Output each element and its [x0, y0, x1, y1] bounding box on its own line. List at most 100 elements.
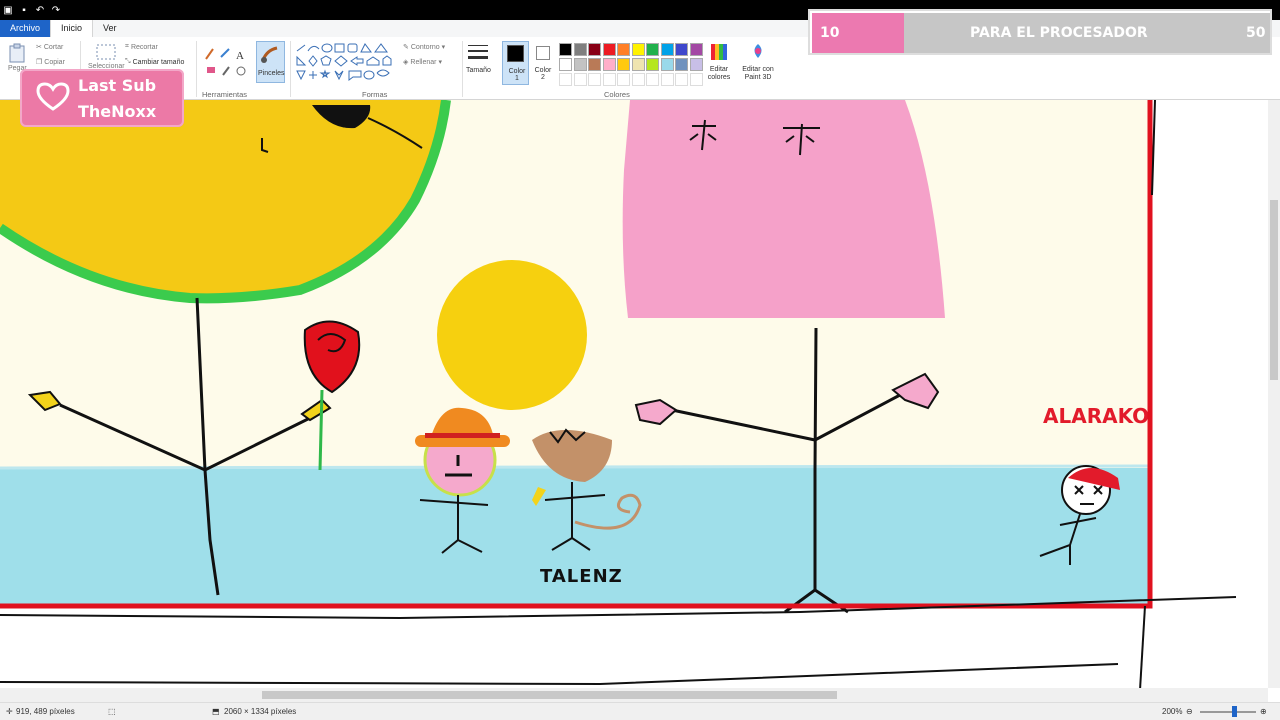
palette-swatch[interactable] — [573, 43, 587, 56]
copy-icon: ❐ — [36, 59, 43, 66]
palette-swatch-empty[interactable] — [573, 73, 587, 86]
edit-colors-button[interactable]: Editar colores — [705, 42, 733, 86]
tab-file[interactable]: Archivo — [0, 20, 51, 37]
palette-swatch[interactable] — [602, 58, 616, 71]
crop-icon: ⌗ — [125, 43, 129, 50]
donation-goal-bar: 10 PARA EL PROCESADOR 50 — [808, 9, 1272, 55]
color2-label: Color 2 — [534, 67, 552, 81]
palette-swatch-empty[interactable] — [646, 73, 659, 86]
undo-icon[interactable]: ↶ — [34, 4, 46, 16]
zoom-slider[interactable] — [1200, 711, 1256, 713]
vertical-scrollbar[interactable] — [1268, 100, 1280, 688]
paint-app-icon: ▣ — [3, 4, 13, 16]
color1-button[interactable]: Color 1 — [502, 41, 529, 85]
palette-swatch[interactable] — [660, 58, 674, 71]
tab-home[interactable]: Inicio — [50, 20, 94, 37]
redo-icon[interactable]: ↷ — [50, 4, 62, 16]
drawing-canvas[interactable]: TALENZ ALARAKO — [0, 100, 1268, 688]
palette-swatch[interactable] — [646, 43, 659, 56]
palette-swatch-empty[interactable] — [660, 73, 674, 86]
status-bar: ✛ 919, 489 píxeles ⬚ ⬒ 2060 × 1334 píxel… — [0, 702, 1280, 720]
palette-swatch[interactable] — [631, 58, 645, 71]
palette-swatch[interactable] — [602, 43, 616, 56]
brush-icon — [261, 46, 278, 63]
palette-swatch[interactable] — [689, 43, 703, 56]
zoom-slider-thumb[interactable] — [1232, 706, 1237, 717]
cursor-icon: ✛ — [6, 707, 13, 716]
zoom-out-icon[interactable]: ⊖ — [1186, 707, 1193, 716]
palette-swatch[interactable] — [617, 43, 630, 56]
copy-button[interactable]: ❐ Copiar — [36, 58, 65, 67]
brushes-button[interactable]: Pinceles — [256, 41, 285, 83]
talenz-label: TALENZ — [540, 566, 623, 587]
heart-icon — [36, 82, 70, 111]
palette-swatch-empty[interactable] — [559, 73, 572, 86]
resize-button[interactable]: ⤡ Cambiar tamaño — [125, 58, 184, 66]
zoom-in-icon[interactable]: ⊕ — [1260, 707, 1267, 716]
select-rect-icon — [96, 44, 116, 60]
drawing: TALENZ ALARAKO — [0, 100, 1237, 688]
palette-swatch[interactable] — [588, 58, 601, 71]
cut-label: Cortar — [43, 43, 64, 51]
cursor-position: 919, 489 píxeles — [16, 707, 75, 716]
horizontal-scrollbar[interactable] — [0, 688, 1268, 702]
palette-swatch[interactable] — [646, 58, 659, 71]
color-wheel-icon — [711, 44, 727, 60]
last-sub-badge: Last Sub TheNoxx — [20, 69, 184, 127]
size-label: Tamaño — [466, 67, 491, 74]
palette-swatch[interactable] — [660, 43, 674, 56]
paste-button[interactable]: Pegar — [8, 43, 27, 72]
palette-swatch[interactable] — [573, 58, 587, 71]
palette-swatch[interactable] — [588, 43, 601, 56]
outline-label: Contorno — [410, 43, 440, 51]
tab-view[interactable]: Ver — [93, 20, 127, 37]
image-size: 2060 × 1334 píxeles — [224, 707, 297, 716]
shapes-group-label: Formas — [362, 90, 388, 99]
size-button[interactable]: Tamaño — [466, 43, 494, 87]
crop-label: Recortar — [130, 43, 158, 51]
palette-swatch-empty[interactable] — [602, 73, 616, 86]
clipboard-icon — [9, 43, 25, 63]
goal-label: PARA EL PROCESADOR — [970, 25, 1148, 41]
crop-button[interactable]: ⌗ Recortar — [125, 43, 158, 51]
shapes-gallery[interactable] — [295, 43, 395, 83]
palette-swatch[interactable] — [675, 58, 688, 71]
palette-swatch-empty[interactable] — [689, 73, 703, 86]
cut-button[interactable]: ✂ Cortar — [36, 43, 64, 52]
scissors-icon: ✂ — [36, 44, 42, 51]
tools-group-label: Herramientas — [202, 90, 248, 99]
line-width-icon — [468, 45, 488, 59]
alarako-label: ALARAKO — [1043, 404, 1149, 428]
select-button[interactable]: Seleccionar — [88, 43, 125, 70]
paint3d-button[interactable]: Editar con Paint 3D — [738, 42, 778, 86]
palette-swatch-empty[interactable] — [588, 73, 601, 86]
goal-current: 10 — [820, 25, 840, 41]
palette-swatch[interactable] — [559, 43, 572, 56]
save-icon[interactable]: ▪ — [18, 4, 30, 16]
chevron-down-icon: ▾ — [438, 59, 442, 66]
palette-swatch[interactable] — [675, 43, 688, 56]
color2-button[interactable]: Color 2 — [532, 41, 556, 85]
palette-swatch[interactable] — [617, 58, 630, 71]
palette-swatch-empty[interactable] — [631, 73, 645, 86]
resize-icon: ⤡ — [125, 58, 131, 65]
color1-swatch — [507, 45, 524, 62]
zoom-level: 200% — [1162, 707, 1183, 716]
last-sub-title: Last Sub — [78, 76, 157, 95]
palette-swatch[interactable] — [559, 58, 572, 71]
vertical-scroll-thumb[interactable] — [1270, 200, 1278, 380]
fill-label: Rellenar — [410, 58, 437, 66]
palette-swatch[interactable] — [689, 58, 703, 71]
palette-swatch-empty[interactable] — [675, 73, 688, 86]
image-size-icon: ⬒ — [212, 707, 220, 716]
svg-text:A: A — [236, 50, 244, 62]
horizontal-scroll-thumb[interactable] — [262, 691, 837, 699]
palette-swatch[interactable] — [631, 43, 645, 56]
brushes-label: Pinceles — [258, 70, 285, 77]
fill-icon: ◈ — [403, 59, 409, 66]
outline-icon: ✎ — [403, 44, 409, 51]
fill-dropdown[interactable]: ◈ Rellenar ▾ — [403, 58, 442, 67]
palette-swatch-empty[interactable] — [617, 73, 630, 86]
outline-dropdown[interactable]: ✎ Contorno ▾ — [403, 43, 445, 52]
last-sub-name: TheNoxx — [78, 102, 157, 121]
